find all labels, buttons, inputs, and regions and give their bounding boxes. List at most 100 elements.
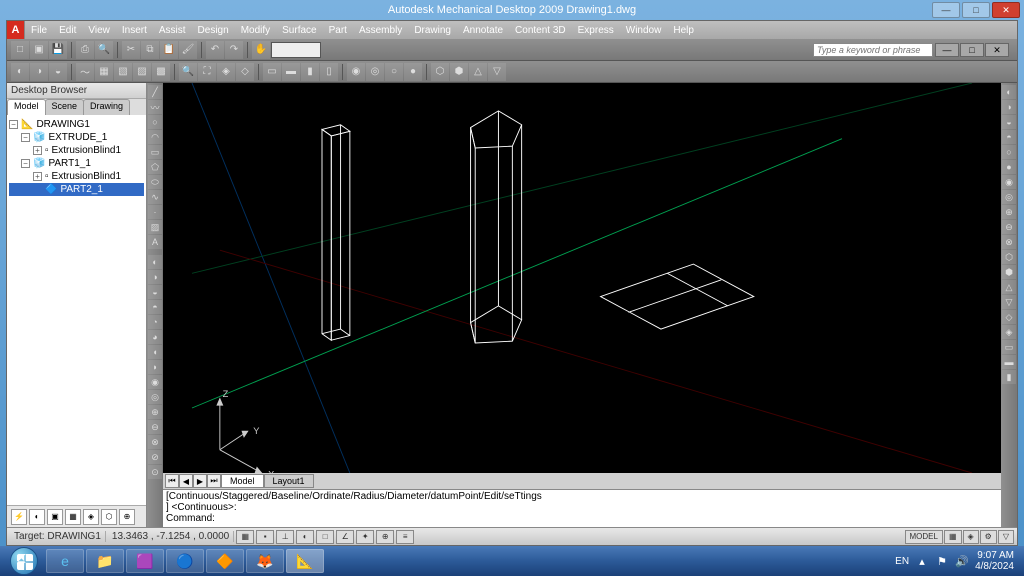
- tool-icon[interactable]: ▽: [1002, 295, 1016, 309]
- vlc-icon[interactable]: 🔶: [206, 549, 244, 573]
- tool-icon[interactable]: ▮: [301, 63, 319, 81]
- tool-icon[interactable]: ▮: [1002, 370, 1016, 384]
- lwt-toggle[interactable]: ≡: [396, 530, 414, 544]
- tool-icon[interactable]: ◐: [148, 255, 162, 269]
- expand-icon[interactable]: +: [33, 172, 42, 181]
- menu-file[interactable]: File: [25, 21, 53, 39]
- app-logo[interactable]: A: [7, 21, 25, 39]
- tab-model[interactable]: Model: [7, 99, 46, 115]
- menu-surface[interactable]: Surface: [276, 21, 322, 39]
- status-tool-icon[interactable]: ⚙: [980, 530, 997, 544]
- grid-toggle[interactable]: ▪: [256, 530, 274, 544]
- filter-icon[interactable]: ▣: [47, 509, 63, 525]
- layer-dropdown[interactable]: [271, 42, 321, 58]
- status-tool-icon[interactable]: ▽: [998, 530, 1014, 544]
- app-close-button[interactable]: ✕: [985, 43, 1009, 57]
- tool-icon[interactable]: ◕: [148, 330, 162, 344]
- tool-icon[interactable]: ▬: [1002, 355, 1016, 369]
- open-icon[interactable]: ▣: [30, 41, 48, 59]
- model-button[interactable]: MODEL: [905, 530, 943, 544]
- tray-up-icon[interactable]: ▴: [915, 554, 929, 568]
- menu-edit[interactable]: Edit: [53, 21, 82, 39]
- layout-tab-layout1[interactable]: Layout1: [264, 474, 314, 488]
- filter-icon[interactable]: ▦: [65, 509, 81, 525]
- tool-icon[interactable]: ◖: [148, 345, 162, 359]
- tool-icon[interactable]: ◓: [148, 300, 162, 314]
- menu-assist[interactable]: Assist: [153, 21, 192, 39]
- tool-icon[interactable]: ⬡: [1002, 250, 1016, 264]
- text-icon[interactable]: A: [148, 235, 162, 249]
- polygon-icon[interactable]: ⬠: [148, 160, 162, 174]
- point-icon[interactable]: ·: [148, 205, 162, 219]
- tool-icon[interactable]: ◒: [1002, 115, 1016, 129]
- tool-icon[interactable]: ◎: [148, 390, 162, 404]
- menu-drawing[interactable]: Drawing: [408, 21, 457, 39]
- save-icon[interactable]: 💾: [49, 41, 67, 59]
- tool-icon[interactable]: ▬: [282, 63, 300, 81]
- tool-icon[interactable]: ◇: [236, 63, 254, 81]
- tool-icon[interactable]: ▭: [1002, 340, 1016, 354]
- tree-root[interactable]: − 📐 DRAWING1: [9, 118, 144, 131]
- first-tab-icon[interactable]: ⏮: [165, 474, 179, 488]
- tool-icon[interactable]: ◑: [30, 63, 48, 81]
- last-tab-icon[interactable]: ⏭: [207, 474, 221, 488]
- chrome-icon[interactable]: 🔵: [166, 549, 204, 573]
- tool-icon[interactable]: ▨: [133, 63, 151, 81]
- app-icon[interactable]: 🟪: [126, 549, 164, 573]
- tool-icon[interactable]: ⊖: [1002, 220, 1016, 234]
- taskbar[interactable]: e 📁 🟪 🔵 🔶 🦊 📐 EN ▴ ⚑ 🔊 9:07 AM 4/8/2024: [0, 546, 1024, 576]
- tool-icon[interactable]: ◗: [148, 360, 162, 374]
- filter-icon[interactable]: ⊕: [119, 509, 135, 525]
- filter-icon[interactable]: ◈: [83, 509, 99, 525]
- menu-content3d[interactable]: Content 3D: [509, 21, 572, 39]
- firefox-icon[interactable]: 🦊: [246, 549, 284, 573]
- tree-item[interactable]: + ▫ ExtrusionBlind1: [9, 144, 144, 157]
- tool-icon[interactable]: ⊗: [1002, 235, 1016, 249]
- tool-icon[interactable]: ◔: [148, 315, 162, 329]
- start-button[interactable]: [4, 546, 44, 576]
- next-tab-icon[interactable]: ▶: [193, 474, 207, 488]
- snap-toggle[interactable]: ▦: [236, 530, 254, 544]
- volume-icon[interactable]: 🔊: [955, 554, 969, 568]
- new-icon[interactable]: □: [11, 41, 29, 59]
- tool-icon[interactable]: ◉: [148, 375, 162, 389]
- search-input[interactable]: [813, 43, 933, 57]
- prev-tab-icon[interactable]: ◀: [179, 474, 193, 488]
- polyline-icon[interactable]: 〰: [148, 100, 162, 114]
- cut-icon[interactable]: ✂: [122, 41, 140, 59]
- tool-icon[interactable]: ◑: [1002, 100, 1016, 114]
- tab-drawing[interactable]: Drawing: [83, 99, 130, 115]
- tool-icon[interactable]: ◉: [1002, 175, 1016, 189]
- filter-icon[interactable]: ⚡: [11, 509, 27, 525]
- tool-icon[interactable]: ◐: [1002, 85, 1016, 99]
- menu-design[interactable]: Design: [192, 21, 235, 39]
- tree-item-selected[interactable]: 🔷 PART2_1: [9, 183, 144, 196]
- tool-icon[interactable]: ▭: [263, 63, 281, 81]
- command-window[interactable]: [Continuous/Staggered/Baseline/Ordinate/…: [163, 489, 1001, 527]
- otrack-toggle[interactable]: ∠: [336, 530, 354, 544]
- tool-icon[interactable]: ▯: [320, 63, 338, 81]
- tool-icon[interactable]: ▩: [152, 63, 170, 81]
- menu-insert[interactable]: Insert: [116, 21, 153, 39]
- tool-icon[interactable]: ▽: [488, 63, 506, 81]
- tree-item[interactable]: − 🧊 EXTRUDE_1: [9, 131, 144, 144]
- tool-icon[interactable]: ◉: [347, 63, 365, 81]
- collapse-icon[interactable]: −: [21, 159, 30, 168]
- tool-icon[interactable]: △: [1002, 280, 1016, 294]
- paste-icon[interactable]: 📋: [160, 41, 178, 59]
- autodesk-icon[interactable]: 📐: [286, 549, 324, 573]
- maximize-button[interactable]: □: [962, 2, 990, 18]
- tab-scene[interactable]: Scene: [45, 99, 85, 115]
- ellipse-icon[interactable]: ⬭: [148, 175, 162, 189]
- menu-view[interactable]: View: [82, 21, 116, 39]
- arc-icon[interactable]: ◠: [148, 130, 162, 144]
- tool-icon[interactable]: ◓: [1002, 130, 1016, 144]
- menu-part[interactable]: Part: [323, 21, 353, 39]
- tool-icon[interactable]: ●: [1002, 160, 1016, 174]
- clock[interactable]: 9:07 AM 4/8/2024: [975, 550, 1014, 572]
- rect-icon[interactable]: ▭: [148, 145, 162, 159]
- tool-icon[interactable]: ⊘: [148, 450, 162, 464]
- tool-icon[interactable]: ○: [385, 63, 403, 81]
- redo-icon[interactable]: ↷: [225, 41, 243, 59]
- tool-icon[interactable]: ◈: [217, 63, 235, 81]
